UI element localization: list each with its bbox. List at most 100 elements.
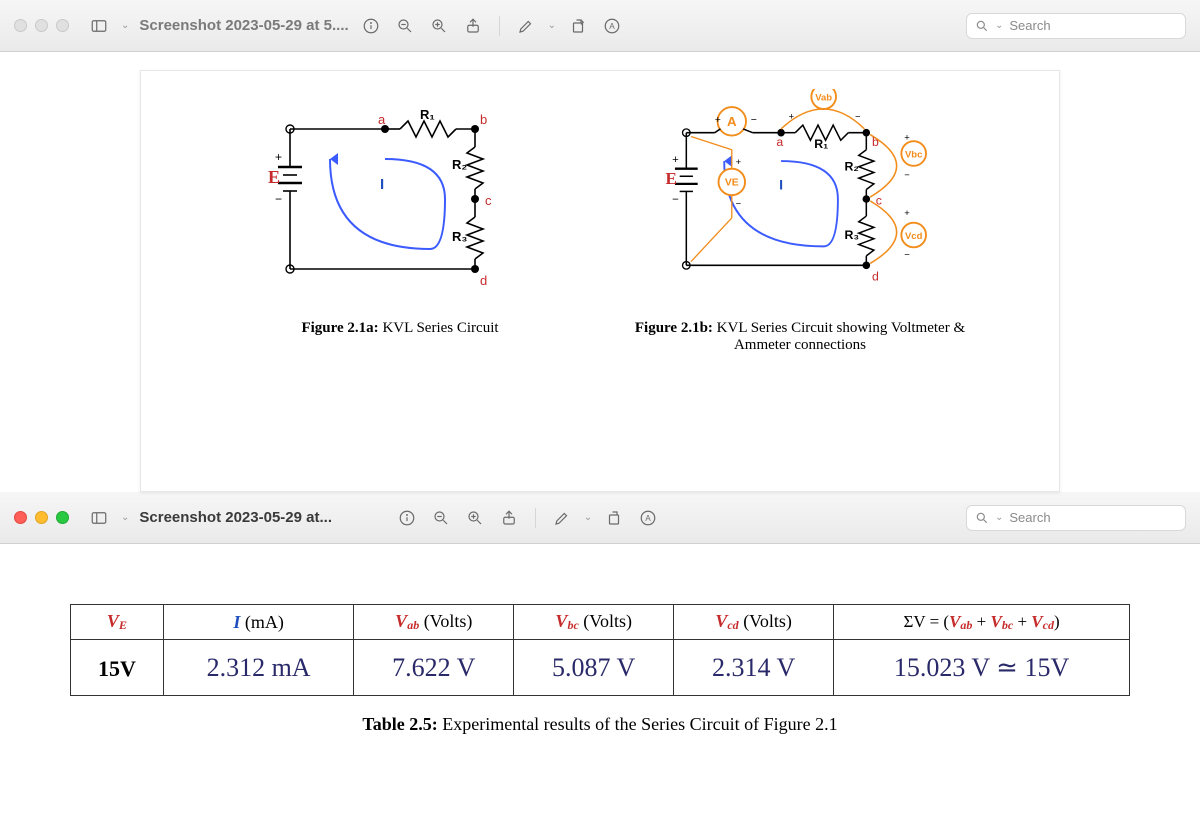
rotate-icon[interactable] bbox=[566, 15, 590, 37]
minimize-dot[interactable] bbox=[35, 19, 48, 32]
close-dot[interactable] bbox=[14, 511, 27, 524]
close-dot[interactable] bbox=[14, 19, 27, 32]
svg-text:I: I bbox=[779, 178, 783, 194]
svg-text:+: + bbox=[904, 132, 910, 143]
svg-text:+: + bbox=[736, 157, 742, 168]
zoom-in-icon[interactable] bbox=[427, 15, 451, 37]
highlight-icon[interactable]: A bbox=[636, 507, 660, 529]
search-placeholder: Search bbox=[1009, 510, 1050, 525]
svg-text:c: c bbox=[485, 193, 492, 208]
col-sum: ΣV = (Vab + Vbc + Vcd) bbox=[834, 605, 1130, 640]
upper-document-area: E + − a b c d R₁ R₂ R₃ I Figure 2.1a: KV… bbox=[0, 52, 1200, 492]
cell-Vab: 7.622 V bbox=[354, 640, 514, 696]
cell-Vbc: 5.087 V bbox=[514, 640, 674, 696]
table-caption: Table 2.5: Experimental results of the S… bbox=[70, 714, 1130, 735]
svg-text:I: I bbox=[380, 176, 384, 193]
chevron-down-icon[interactable]: ⌄ bbox=[121, 20, 129, 31]
svg-text:d: d bbox=[872, 269, 879, 283]
chevron-down-icon[interactable]: ⌄ bbox=[121, 512, 129, 523]
svg-text:A: A bbox=[727, 114, 737, 129]
chevron-down-icon[interactable]: ⌄ bbox=[584, 512, 592, 523]
upper-titlebar: ⌄ Screenshot 2023-05-29 at 5.... ⌄ A ⌄ S bbox=[0, 0, 1200, 52]
cell-VE: 15V bbox=[71, 640, 164, 696]
svg-text:−: − bbox=[672, 194, 679, 206]
svg-text:R₁: R₁ bbox=[420, 107, 435, 122]
svg-text:b: b bbox=[480, 112, 487, 127]
zoom-in-icon[interactable] bbox=[463, 507, 487, 529]
share-icon[interactable] bbox=[497, 507, 521, 529]
window-title: Screenshot 2023-05-29 at 5.... bbox=[139, 17, 348, 34]
svg-text:−: − bbox=[904, 250, 910, 261]
svg-text:R₃: R₃ bbox=[452, 229, 467, 244]
col-VE: VE bbox=[71, 605, 164, 640]
search-chevron-icon: ⌄ bbox=[995, 512, 1003, 523]
svg-text:R₂: R₂ bbox=[452, 157, 467, 172]
svg-text:Vbc: Vbc bbox=[905, 149, 922, 160]
info-icon[interactable] bbox=[359, 15, 383, 37]
cell-Vcd: 2.314 V bbox=[674, 640, 834, 696]
search-field[interactable]: ⌄ Search bbox=[966, 13, 1186, 39]
info-icon[interactable] bbox=[395, 507, 419, 529]
markup-icon[interactable] bbox=[550, 507, 574, 529]
svg-text:Vcd: Vcd bbox=[905, 231, 923, 242]
toolbar-separator bbox=[535, 508, 536, 528]
svg-text:−: − bbox=[855, 111, 861, 122]
svg-text:A: A bbox=[645, 514, 651, 523]
minimize-dot[interactable] bbox=[35, 511, 48, 524]
svg-text:VE: VE bbox=[725, 178, 739, 189]
chevron-down-icon[interactable]: ⌄ bbox=[548, 20, 556, 31]
upper-preview-window: ⌄ Screenshot 2023-05-29 at 5.... ⌄ A ⌄ S bbox=[0, 0, 1200, 492]
document-page: E + − a b c d R₁ R₂ R₃ I Figure 2.1a: KV… bbox=[140, 70, 1060, 492]
figure-2-1b: A + − bbox=[620, 89, 980, 354]
table-header-row: VE I (mA) Vab (Volts) Vbc (Volts) Vcd (V… bbox=[71, 605, 1130, 640]
svg-text:+: + bbox=[904, 208, 910, 219]
svg-text:b: b bbox=[872, 135, 879, 149]
figure-a-caption: Figure 2.1a: KVL Series Circuit bbox=[220, 320, 580, 337]
svg-text:−: − bbox=[904, 170, 910, 181]
svg-text:R₁: R₁ bbox=[814, 137, 828, 151]
svg-text:a: a bbox=[378, 112, 386, 127]
svg-text:d: d bbox=[480, 273, 487, 288]
svg-text:a: a bbox=[776, 135, 783, 149]
svg-text:−: − bbox=[275, 192, 282, 206]
share-icon[interactable] bbox=[461, 15, 485, 37]
svg-text:+: + bbox=[715, 115, 721, 126]
svg-text:+: + bbox=[789, 111, 795, 122]
svg-text:+: + bbox=[672, 154, 679, 166]
lower-document-area: VE I (mA) Vab (Volts) Vbc (Volts) Vcd (V… bbox=[0, 544, 1200, 775]
lower-preview-window: ⌄ Screenshot 2023-05-29 at... ⌄ A ⌄ bbox=[0, 492, 1200, 775]
search-field[interactable]: ⌄ Search bbox=[966, 505, 1186, 531]
sidebar-toggle-icon[interactable] bbox=[87, 507, 111, 529]
zoom-dot[interactable] bbox=[56, 19, 69, 32]
zoom-out-icon[interactable] bbox=[393, 15, 417, 37]
svg-text:R₃: R₃ bbox=[845, 228, 860, 242]
highlight-icon[interactable]: A bbox=[600, 15, 624, 37]
col-Vbc: Vbc (Volts) bbox=[514, 605, 674, 640]
zoom-dot[interactable] bbox=[56, 511, 69, 524]
sidebar-toggle-icon[interactable] bbox=[87, 15, 111, 37]
window-title: Screenshot 2023-05-29 at... bbox=[139, 509, 332, 526]
cell-I: 2.312 mA bbox=[163, 640, 353, 696]
col-I: I (mA) bbox=[163, 605, 353, 640]
svg-text:−: − bbox=[736, 199, 742, 210]
window-controls bbox=[14, 19, 69, 32]
toolbar-separator bbox=[499, 16, 500, 36]
figure-2-1a: E + − a b c d R₁ R₂ R₃ I Figure 2.1a: KV… bbox=[220, 89, 580, 354]
cell-sum: 15.023 V ≃ 15V bbox=[834, 640, 1130, 696]
zoom-out-icon[interactable] bbox=[429, 507, 453, 529]
table-row: 15V 2.312 mA 7.622 V 5.087 V 2.314 V 15.… bbox=[71, 640, 1130, 696]
results-table: VE I (mA) Vab (Volts) Vbc (Volts) Vcd (V… bbox=[70, 604, 1130, 696]
search-placeholder: Search bbox=[1009, 18, 1050, 33]
rotate-icon[interactable] bbox=[602, 507, 626, 529]
svg-text:Vab: Vab bbox=[815, 92, 832, 103]
search-chevron-icon: ⌄ bbox=[995, 20, 1003, 31]
window-controls bbox=[14, 511, 69, 524]
svg-text:R₂: R₂ bbox=[845, 160, 859, 174]
svg-text:E: E bbox=[665, 169, 676, 188]
markup-icon[interactable] bbox=[514, 15, 538, 37]
svg-text:E: E bbox=[268, 167, 280, 187]
col-Vab: Vab (Volts) bbox=[354, 605, 514, 640]
svg-text:A: A bbox=[609, 22, 615, 31]
svg-text:+: + bbox=[275, 150, 282, 164]
figure-b-caption: Figure 2.1b: KVL Series Circuit showing … bbox=[620, 320, 980, 354]
